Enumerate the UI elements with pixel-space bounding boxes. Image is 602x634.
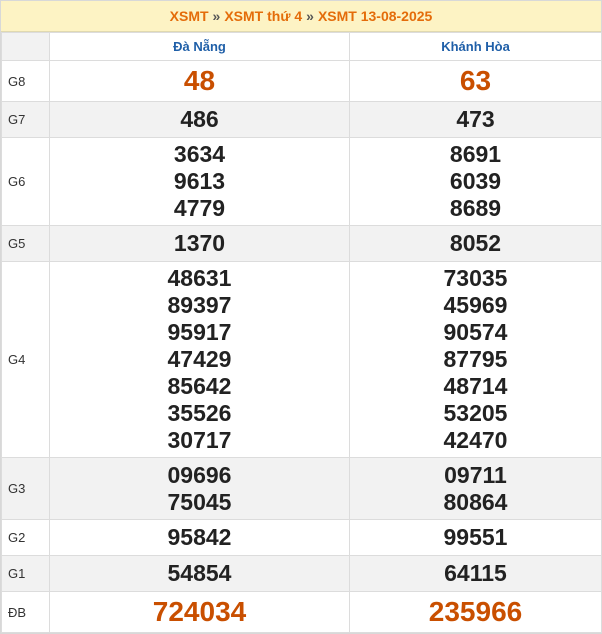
- prize-row-g5: G5 1370 8052: [1, 225, 602, 262]
- prize-number: 53205: [443, 400, 508, 426]
- breadcrumb-separator: »: [306, 8, 314, 24]
- prize-label: G1: [1, 555, 50, 592]
- prize-cell-da-nang: 724034: [49, 591, 350, 633]
- prize-label: G6: [1, 137, 50, 226]
- prize-cell-da-nang: 48: [49, 60, 350, 102]
- prize-label: G7: [1, 101, 50, 138]
- prize-cell-khanh-hoa: 64115: [349, 555, 602, 592]
- prize-number: 09711: [444, 461, 507, 488]
- prize-row-g8: G8 48 63: [1, 60, 602, 102]
- prize-number: 42470: [443, 427, 508, 453]
- prize-number: 48714: [443, 373, 508, 399]
- prize-label: G2: [1, 519, 50, 556]
- prize-cell-da-nang: 48631 89397 95917 47429 85642 35526 3071…: [49, 261, 350, 458]
- prize-row-g7: G7 486 473: [1, 101, 602, 138]
- prize-cell-khanh-hoa: 8691 6039 8689: [349, 137, 602, 226]
- special-prize-number: 724034: [152, 596, 247, 627]
- prize-number: 47429: [167, 346, 232, 372]
- prize-number: 95842: [167, 524, 232, 550]
- prize-cell-khanh-hoa: 63: [349, 60, 602, 102]
- prize-number: 48: [183, 65, 216, 96]
- province-header-da-nang: Đà Nẵng: [49, 32, 350, 61]
- prize-label: ĐB: [1, 591, 50, 633]
- prize-number: 95917: [167, 319, 232, 345]
- prize-number: 45969: [443, 292, 508, 318]
- prize-number: 87795: [443, 346, 508, 372]
- prize-cell-khanh-hoa: 8052: [349, 225, 602, 262]
- prize-cell-da-nang: 1370: [49, 225, 350, 262]
- prize-cell-khanh-hoa: 99551: [349, 519, 602, 556]
- prize-number: 73035: [443, 265, 508, 291]
- header-blank-cell: [1, 32, 50, 61]
- prize-cell-khanh-hoa: 09711 80864: [349, 457, 602, 520]
- prize-number: 30717: [167, 427, 232, 453]
- results-container: XSMT » XSMT thứ 4 » XSMT 13-08-2025 Đà N…: [0, 0, 602, 634]
- prize-number: 90574: [443, 319, 508, 345]
- prize-number: 3634: [173, 141, 226, 167]
- prize-cell-da-nang: 09696 75045: [49, 457, 350, 520]
- prize-row-g2: G2 95842 99551: [1, 519, 602, 556]
- breadcrumb: XSMT » XSMT thứ 4 » XSMT 13-08-2025: [1, 1, 601, 32]
- results-table: Đà Nẵng Khánh Hòa G8 48 63 G7 486 473 G6…: [1, 32, 602, 633]
- prize-row-g4: G4 48631 89397 95917 47429 85642 35526 3…: [1, 261, 602, 458]
- prize-row-g3: G3 09696 75045 09711 80864: [1, 457, 602, 520]
- prize-number: 54854: [167, 560, 232, 586]
- prize-number: 8691: [449, 141, 502, 167]
- prize-label: G8: [1, 60, 50, 102]
- prize-number: 4779: [173, 195, 226, 221]
- breadcrumb-link-xsmt-date[interactable]: XSMT 13-08-2025: [318, 8, 432, 24]
- prize-number: 8689: [449, 195, 502, 221]
- prize-label: G4: [1, 261, 50, 458]
- prize-number: 85642: [167, 373, 232, 399]
- prize-number: 9613: [173, 168, 226, 194]
- special-prize-number: 235966: [428, 596, 523, 627]
- province-header-khanh-hoa: Khánh Hòa: [349, 32, 602, 61]
- prize-number: 80864: [443, 488, 508, 515]
- prize-row-special: ĐB 724034 235966: [1, 591, 602, 633]
- prize-number: 09696: [167, 461, 232, 488]
- prize-number: 8052: [449, 230, 502, 256]
- prize-cell-da-nang: 486: [49, 101, 350, 138]
- prize-number: 99551: [443, 524, 508, 550]
- breadcrumb-link-xsmt[interactable]: XSMT: [170, 8, 209, 24]
- prize-number: 1370: [173, 230, 226, 256]
- prize-number: 75045: [167, 488, 232, 515]
- province-header-row: Đà Nẵng Khánh Hòa: [1, 32, 602, 61]
- prize-row-g6: G6 3634 9613 4779 8691 6039 8689: [1, 137, 602, 226]
- prize-row-g1: G1 54854 64115: [1, 555, 602, 592]
- prize-cell-khanh-hoa: 473: [349, 101, 602, 138]
- prize-number: 486: [180, 106, 219, 132]
- prize-label: G5: [1, 225, 50, 262]
- prize-cell-khanh-hoa: 235966: [349, 591, 602, 633]
- prize-number: 6039: [449, 168, 502, 194]
- breadcrumb-separator: »: [212, 8, 221, 24]
- prize-cell-da-nang: 3634 9613 4779: [49, 137, 350, 226]
- breadcrumb-link-xsmt-thu-4[interactable]: XSMT thứ 4: [224, 8, 302, 24]
- prize-cell-da-nang: 95842: [49, 519, 350, 556]
- prize-cell-khanh-hoa: 73035 45969 90574 87795 48714 53205 4247…: [349, 261, 602, 458]
- prize-number: 48631: [167, 265, 232, 291]
- prize-number: 64115: [444, 560, 507, 586]
- prize-label: G3: [1, 457, 50, 520]
- prize-number: 473: [456, 106, 495, 132]
- prize-number: 35526: [167, 400, 232, 426]
- prize-cell-da-nang: 54854: [49, 555, 350, 592]
- prize-number: 63: [459, 65, 492, 96]
- prize-number: 89397: [167, 292, 232, 318]
